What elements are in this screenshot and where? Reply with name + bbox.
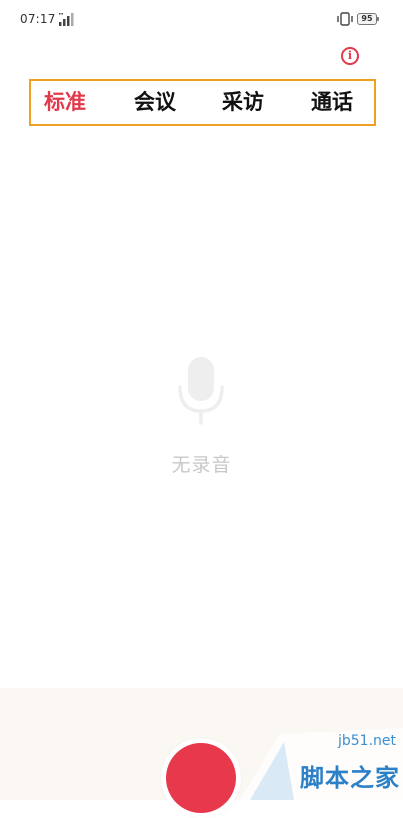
tab-interview[interactable]: 采访 [222,87,264,117]
status-time: 07:17 [20,12,56,26]
watermark-url: jb51.net [338,733,397,749]
tab-call[interactable]: 通话 [311,87,353,117]
record-button[interactable] [166,743,236,813]
tab-meeting[interactable]: 会议 [134,87,176,117]
battery-icon: 95 [357,13,379,25]
status-bar: 07:17 95 [0,0,403,40]
vibrate-icon [337,12,353,26]
signal-icon [59,13,74,26]
empty-recordings-text: 无录音 [171,454,232,476]
tab-standard[interactable]: 标准 [44,87,86,117]
watermark-text: 脚本之家 [300,764,400,792]
info-icon[interactable]: i [341,47,359,65]
microphone-icon [178,357,224,425]
